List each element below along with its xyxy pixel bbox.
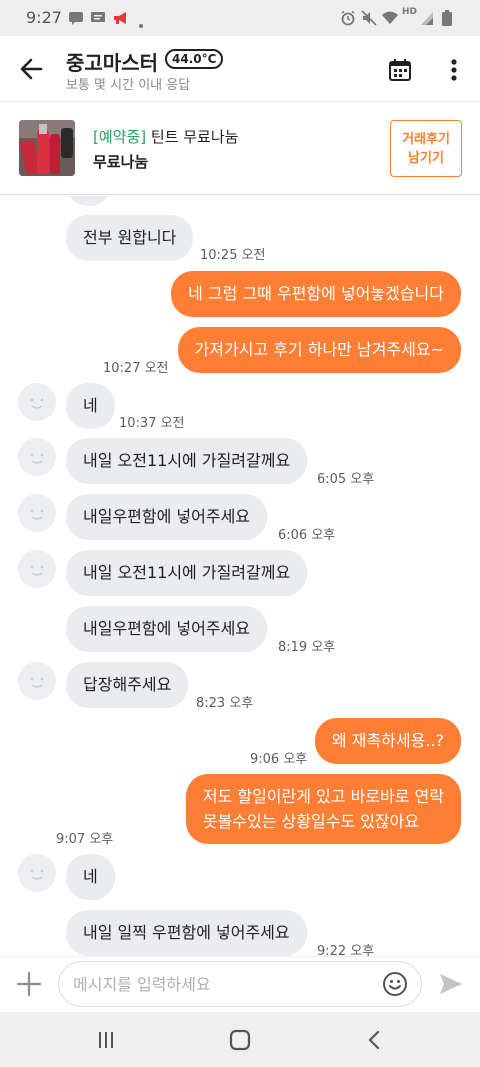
more-options-button[interactable] [444, 58, 464, 82]
message-bubble-incoming: 내일 오전11시에 가질려갈께요 [66, 550, 308, 596]
status-bar: 9:27 HD [0, 0, 480, 36]
message-bubble-incoming: 네 [66, 383, 115, 429]
default-avatar-icon [18, 438, 56, 476]
home-button[interactable] [228, 1029, 252, 1051]
alarm-icon [340, 10, 356, 30]
hd-icon: HD [402, 8, 417, 17]
avatar[interactable] [18, 494, 56, 532]
default-avatar-icon [18, 662, 56, 700]
megaphone-icon [112, 10, 130, 30]
message-timestamp: 9:06 오후 [250, 752, 308, 767]
send-button[interactable] [438, 972, 464, 996]
calendar-button[interactable] [388, 58, 412, 82]
message-timestamp: 6:06 오후 [278, 528, 336, 543]
message-line: 저도 할일이란게 있고 바로바로 연락 [202, 787, 444, 806]
manner-temperature-badge: 44.0°C [165, 49, 224, 69]
message-input[interactable] [58, 961, 422, 1007]
product-image [19, 120, 75, 176]
message-bubble-incoming: 내일 일찍 우편함에 넣어주세요 [66, 910, 307, 956]
seller-name[interactable]: 중고마스터 [66, 47, 158, 76]
avatar[interactable] [18, 438, 56, 476]
plus-icon [16, 971, 42, 997]
review-button-line-1: 거래후기 [402, 132, 450, 147]
product-price: 무료나눔 [93, 153, 149, 171]
battery-icon [442, 10, 452, 30]
message-timestamp: 9:22 오후 [317, 944, 375, 956]
message-bubble-outgoing: 왜 재촉하세용..? [314, 718, 461, 764]
default-avatar-icon [18, 854, 56, 892]
wifi-icon [381, 10, 399, 30]
message-line: 못볼수있는 상황일수도 있잖아요 [202, 812, 420, 831]
system-back-button[interactable] [366, 1029, 382, 1051]
product-title-line: [예약중] 틴트 무료나눔 [93, 126, 238, 147]
message-timestamp: 9:07 오후 [56, 832, 114, 847]
message-icon [90, 10, 106, 30]
status-time: 9:27 [26, 8, 62, 27]
recent-apps-icon [99, 1032, 113, 1048]
message-bubble-outgoing: 저도 할일이란게 있고 바로바로 연락 못볼수있는 상황일수도 있잖아요 [185, 774, 461, 844]
product-title: 틴트 무료나눔 [150, 128, 239, 146]
default-avatar-icon [18, 383, 56, 421]
recent-apps-button[interactable] [96, 1030, 116, 1050]
calendar-icon [389, 59, 411, 81]
emoji-button[interactable] [382, 971, 408, 997]
product-thumbnail[interactable] [19, 120, 75, 176]
avatar[interactable] [18, 854, 56, 892]
default-avatar-icon [18, 494, 56, 532]
back-button[interactable] [14, 54, 50, 84]
message-bubble-incoming: 내일 오전11시에 가질려갈께요 [66, 438, 308, 484]
message-bubble-incoming: 내일우편함에 넣어주세요 [66, 494, 268, 540]
message-timestamp: 10:25 오전 [200, 248, 266, 263]
signal-icon [420, 10, 434, 30]
message-bubble-incoming: 전부 원합니다 [66, 215, 194, 261]
message-timestamp: 10:37 오전 [119, 416, 185, 431]
message-input-bar [0, 956, 480, 1012]
message-bubble-incoming: 답장해주세요 [66, 662, 189, 708]
attach-button[interactable] [14, 969, 44, 999]
more-vertical-icon [451, 59, 457, 81]
mute-icon [361, 10, 377, 30]
send-icon [440, 974, 462, 994]
message-bubble-incoming: 네 [66, 854, 115, 900]
emoji-icon [383, 972, 407, 996]
leave-review-button[interactable]: 거래후기 남기기 [390, 120, 462, 177]
dot-icon [138, 14, 144, 33]
message-timestamp: 6:05 오후 [317, 472, 375, 487]
message-bubble-outgoing: 네 그럼 그때 우편함에 넣어놓겠습니다 [171, 271, 461, 317]
message-bubble-partial [66, 196, 112, 206]
chat-notification-icon [68, 10, 84, 30]
default-avatar-icon [18, 550, 56, 588]
hd-label: HD [402, 7, 418, 17]
chat-header: 중고마스터 44.0°C 보통 몇 시간 이내 응답 [0, 36, 480, 102]
chat-messages[interactable]: 전부 원합니다 10:25 오전 네 그럼 그때 우편함에 넣어놓겠습니다 가져… [0, 196, 480, 956]
product-status-badge: [예약중] [93, 128, 147, 146]
product-bar[interactable]: [예약중] 틴트 무료나눔 무료나눔 거래후기 남기기 [0, 103, 480, 195]
message-bubble-incoming: 내일우편함에 넣어주세요 [66, 606, 268, 652]
response-time-text: 보통 몇 시간 이내 응답 [66, 78, 191, 93]
home-icon [229, 1029, 251, 1051]
avatar[interactable] [18, 550, 56, 588]
message-bubble-outgoing: 가져가시고 후기 하나만 남겨주세요~ [177, 327, 461, 373]
review-button-line-2: 남기기 [408, 151, 444, 166]
message-timestamp: 8:23 오후 [196, 696, 254, 711]
message-timestamp: 10:27 오전 [103, 361, 169, 376]
avatar[interactable] [18, 383, 56, 421]
back-icon [368, 1030, 380, 1050]
avatar[interactable] [18, 662, 56, 700]
message-timestamp: 8:19 오후 [278, 640, 336, 655]
back-arrow-icon [20, 58, 43, 80]
system-nav-bar [0, 1012, 480, 1067]
